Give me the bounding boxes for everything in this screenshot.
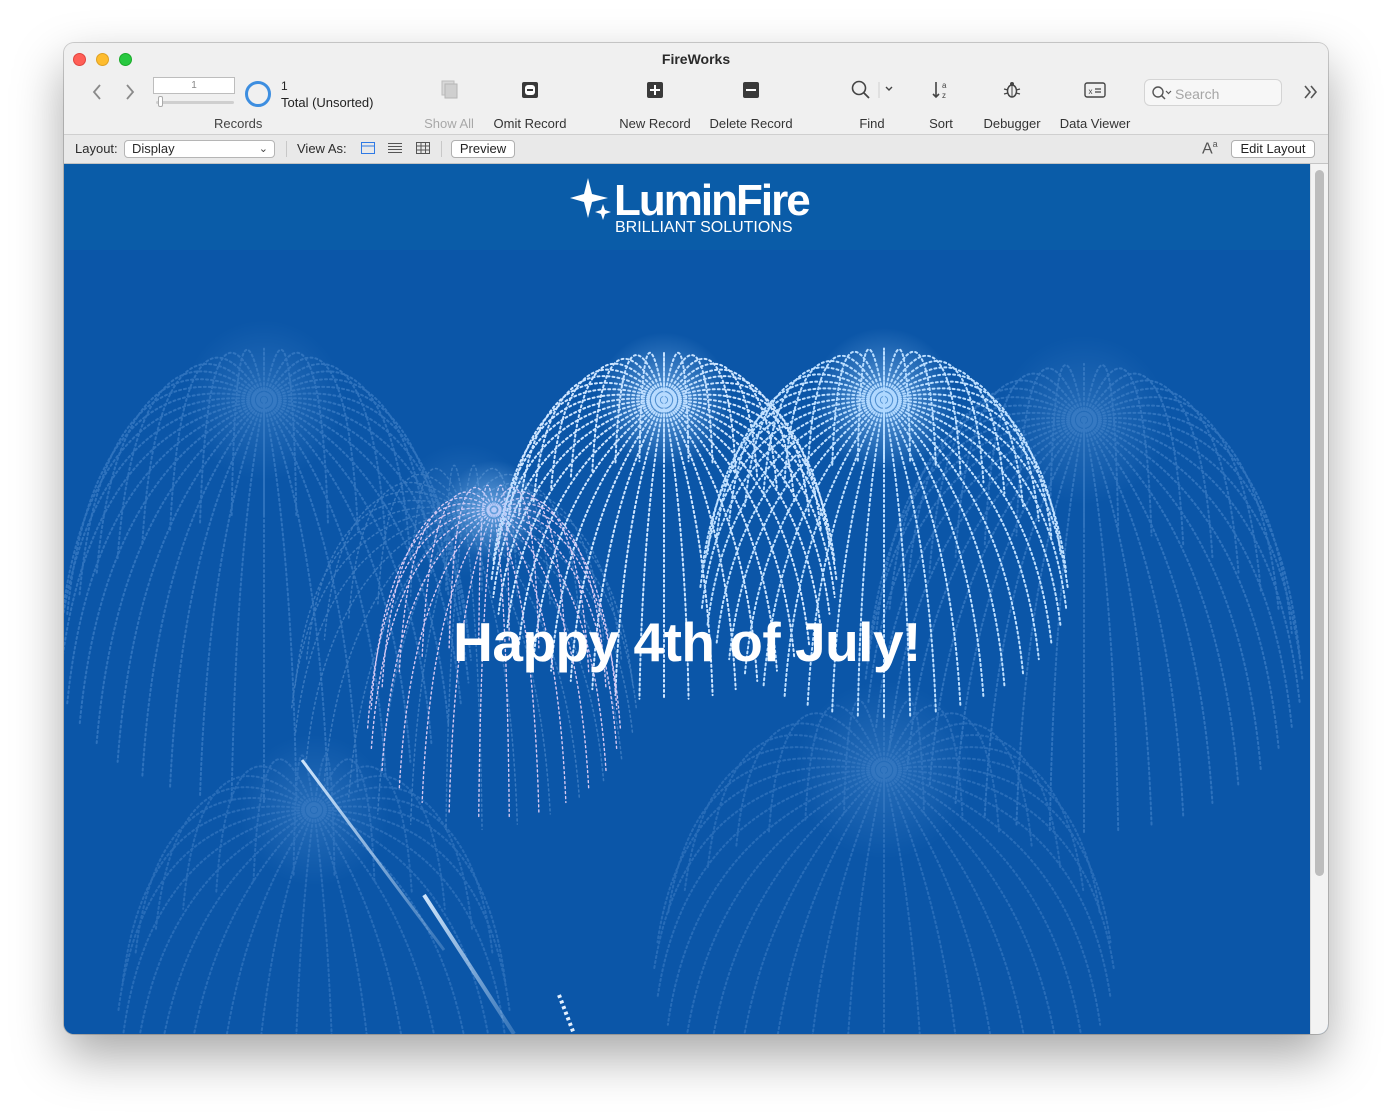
sort-label: Sort	[929, 116, 953, 131]
firework-glow	[237, 733, 391, 887]
layout-bar: Layout: Display ⌄ View As: Preview Aa Ed…	[64, 135, 1328, 164]
vertical-scrollbar[interactable]	[1310, 164, 1328, 1034]
scrollbar-thumb[interactable]	[1315, 170, 1324, 876]
record-pie-icon	[245, 81, 271, 107]
omit-record-icon	[519, 79, 541, 101]
omit-record-label: Omit Record	[493, 116, 567, 131]
sort-icon: az	[930, 79, 952, 101]
svg-text:x: x	[1089, 87, 1093, 96]
delete-record-button[interactable]: Delete Record	[709, 79, 793, 131]
edit-layout-button[interactable]: Edit Layout	[1231, 140, 1315, 158]
layout-label: Layout:	[75, 141, 118, 156]
sparkle-star-icon	[570, 178, 611, 220]
minus-icon	[740, 79, 762, 101]
svg-text:z: z	[942, 91, 946, 100]
window-title: FireWorks	[661, 51, 731, 67]
luminfire-logo: LuminFire BRILLIANT SOLUTIONS	[570, 176, 811, 238]
find-icon-group	[849, 79, 897, 101]
show-all-button[interactable]: Show All	[424, 79, 474, 131]
chevron-down-icon: ⌄	[258, 143, 268, 155]
toolbar: FireWorks 1 1 Total (Unsorted) Records S…	[64, 43, 1328, 135]
data-viewer-label: Data Viewer	[1059, 116, 1131, 131]
list-view-icon	[388, 143, 402, 153]
new-record-label: New Record	[619, 116, 691, 131]
search-icon	[1152, 86, 1172, 100]
record-slider[interactable]	[156, 101, 234, 104]
layout-content-area: LuminFire BRILLIANT SOLUTIONS Happy 4th …	[64, 164, 1328, 1034]
sort-button[interactable]: az Sort	[929, 79, 953, 131]
show-all-icon	[438, 79, 460, 101]
firework-glow	[444, 460, 544, 560]
svg-text:a: a	[942, 81, 947, 90]
fireworks-scene: Happy 4th of July!	[64, 250, 1310, 1034]
layout-bar-divider	[286, 141, 287, 157]
debugger-button[interactable]: Debugger	[983, 79, 1041, 131]
app-window: FireWorks 1 1 Total (Unsorted) Records S…	[64, 43, 1328, 1034]
text-format-icon[interactable]: Aa	[1202, 139, 1218, 158]
toolbar-overflow-button[interactable]	[1302, 83, 1320, 106]
plus-icon	[644, 79, 666, 101]
view-as-form-button[interactable]	[361, 142, 375, 154]
double-chevron-right-icon	[1304, 85, 1318, 99]
omit-record-button[interactable]: Omit Record	[494, 79, 566, 131]
chevron-left-icon	[92, 84, 101, 100]
data-viewer-button[interactable]: x Data Viewer	[1060, 79, 1130, 131]
view-as-table-button[interactable]	[416, 142, 430, 154]
show-all-label: Show All	[424, 116, 474, 131]
next-record-button[interactable]	[121, 83, 139, 105]
table-view-icon	[416, 142, 430, 154]
record-count: 1	[281, 79, 288, 93]
debugger-label: Debugger	[983, 116, 1041, 131]
layout-select[interactable]: Display ⌄	[124, 140, 275, 158]
search-input[interactable]	[1173, 84, 1277, 103]
search-icon	[851, 80, 892, 99]
headline-text: Happy 4th of July!	[453, 611, 921, 673]
chevron-right-icon	[126, 84, 135, 100]
records-label: Records	[214, 116, 263, 131]
current-record-field[interactable]: 1	[153, 77, 235, 94]
record-total-label: Total (Unsorted)	[281, 95, 374, 110]
view-as-list-button[interactable]	[388, 142, 402, 154]
layout-select-value: Display	[132, 141, 175, 156]
new-record-button[interactable]: New Record	[619, 79, 691, 131]
preview-button[interactable]: Preview	[451, 140, 515, 158]
find-label: Find	[859, 116, 885, 131]
firework-glow	[183, 319, 345, 481]
firework-glow	[812, 328, 956, 472]
firework-glow	[596, 332, 732, 468]
bug-icon	[1001, 79, 1023, 101]
delete-record-label: Delete Record	[709, 116, 793, 131]
find-button[interactable]: Find	[848, 79, 897, 131]
layout-bar-divider	[441, 141, 442, 157]
logo-header-band: LuminFire BRILLIANT SOLUTIONS	[64, 164, 1310, 250]
quick-find-search[interactable]	[1144, 79, 1282, 106]
form-view-icon	[361, 142, 375, 154]
previous-record-button[interactable]	[88, 83, 106, 105]
record-slider-thumb[interactable]	[158, 96, 163, 107]
data-viewer-icon: x	[1084, 79, 1106, 101]
view-as-label: View As:	[297, 141, 347, 156]
logo-tagline: BRILLIANT SOLUTIONS	[615, 219, 793, 236]
